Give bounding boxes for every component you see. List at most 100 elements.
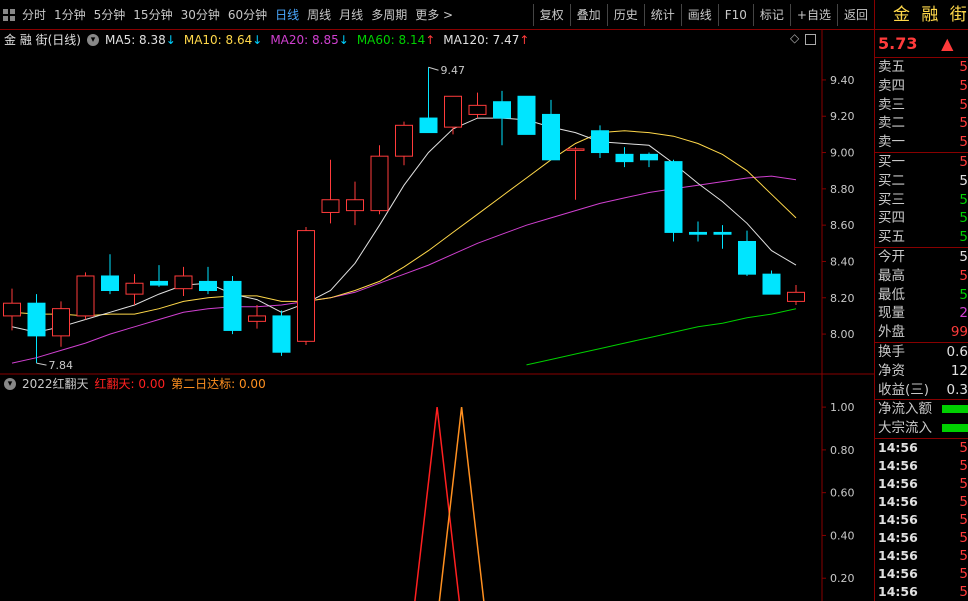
indicator-line1-label: 红翻天: 0.00 bbox=[94, 377, 166, 391]
collapse-icon[interactable]: ▾ bbox=[4, 377, 16, 390]
toolbar-action-button[interactable]: 复权 bbox=[532, 4, 570, 26]
flow-label: 大宗流入 bbox=[878, 420, 932, 437]
candle-body[interactable] bbox=[640, 153, 658, 161]
period-tab[interactable]: 分时 bbox=[18, 4, 50, 26]
candle-body[interactable] bbox=[3, 302, 21, 317]
low-label: 7.84 bbox=[49, 359, 74, 372]
indicator-title[interactable]: 2022红翻天 bbox=[22, 375, 89, 392]
ma-legend-item: MA20: 8.85↓ bbox=[270, 33, 348, 47]
candle-body[interactable] bbox=[566, 148, 585, 151]
tick-time: 14:56 bbox=[878, 475, 918, 491]
period-tab[interactable]: 30分钟 bbox=[177, 4, 224, 26]
candle-body[interactable] bbox=[174, 275, 193, 290]
quote-row: 卖一 5 bbox=[875, 133, 968, 152]
candle-body[interactable] bbox=[27, 302, 46, 337]
quote-row: 卖五 5 bbox=[875, 58, 968, 77]
tick-price: 5 bbox=[959, 583, 968, 600]
ma-value: MA120: 7.47 bbox=[443, 32, 520, 47]
flow-row: 净流入额 bbox=[875, 400, 968, 419]
diamond-icon[interactable]: ◇ bbox=[790, 31, 799, 45]
quote-label: 外盘 bbox=[878, 324, 905, 341]
period-tab[interactable]: 日线 bbox=[271, 4, 303, 26]
candle-body[interactable] bbox=[223, 280, 242, 331]
quote-label: 卖五 bbox=[878, 59, 905, 75]
ma-legend: MA5: 8.38↓ MA10: 8.64↓ MA20: 8.85↓ MA60: 8.… bbox=[105, 33, 529, 47]
quote-label: 最低 bbox=[878, 286, 905, 303]
candle-body[interactable] bbox=[52, 308, 70, 337]
quote-row: 最低 5 bbox=[875, 286, 968, 305]
quote-value: 5 bbox=[959, 267, 968, 284]
quote-label: 今开 bbox=[878, 248, 905, 265]
bid-book: 买一 5 买二 5 买三 5 买四 5 买五 5 bbox=[875, 153, 968, 248]
tick-time: 14:56 bbox=[878, 583, 918, 599]
grid-menu-icon[interactable] bbox=[0, 4, 18, 26]
candle-body[interactable] bbox=[419, 117, 438, 134]
period-tab[interactable]: 1分钟 bbox=[50, 4, 90, 26]
quote-label: 买四 bbox=[878, 210, 905, 227]
ma-legend-item: MA120: 7.47↑ bbox=[443, 33, 529, 47]
candle-body[interactable] bbox=[76, 275, 95, 317]
toolbar-action-button[interactable]: 历史 bbox=[606, 4, 644, 26]
indicator-series-line bbox=[438, 407, 485, 601]
candle-body[interactable] bbox=[664, 161, 683, 233]
candle-body[interactable] bbox=[395, 124, 413, 157]
indicator-tick-label: 1.00 bbox=[830, 401, 855, 414]
kline-chart[interactable]: 9.40 9.20 9.00 8.80 8.60 8.40 8.20 8.00 1.00 0.80… bbox=[0, 30, 874, 601]
candle-body[interactable] bbox=[468, 104, 487, 115]
candle-body[interactable] bbox=[615, 153, 634, 163]
quote-label: 净资 bbox=[878, 362, 905, 379]
candle-body[interactable] bbox=[444, 95, 462, 128]
toolbar-action-button[interactable]: 标记 bbox=[752, 4, 790, 26]
candle-body[interactable] bbox=[297, 230, 315, 342]
candle-body[interactable] bbox=[272, 315, 291, 353]
period-tab[interactable]: 15分钟 bbox=[129, 4, 176, 26]
indicator-tick-label: 0.40 bbox=[830, 529, 855, 542]
tick-row: 14:56 5 bbox=[875, 493, 968, 511]
period-tabs: 分时 1分钟 5分钟 15分钟 30分钟 60分钟 日线 周线 月线 多周期 更多 > bbox=[0, 4, 457, 26]
quote-label: 卖四 bbox=[878, 77, 905, 94]
candle-body[interactable] bbox=[493, 101, 511, 119]
quote-row: 最高 5 bbox=[875, 267, 968, 286]
toolbar-action-button[interactable]: 返回 bbox=[836, 4, 874, 26]
quote-label: 卖三 bbox=[878, 96, 905, 113]
candle-body[interactable] bbox=[321, 199, 340, 213]
candle-body[interactable] bbox=[591, 130, 609, 154]
tick-row: 14:56 5 bbox=[875, 457, 968, 475]
flow-block: 净流入额 大宗流入 bbox=[875, 400, 968, 439]
candle-body[interactable] bbox=[125, 282, 144, 295]
quote-value: 2 bbox=[959, 305, 968, 322]
period-tab[interactable]: 月线 bbox=[335, 4, 367, 26]
candle-body[interactable] bbox=[713, 231, 732, 235]
quote-label: 卖二 bbox=[878, 115, 905, 132]
candle-body[interactable] bbox=[738, 240, 756, 275]
candle-body[interactable] bbox=[199, 280, 217, 292]
period-tab[interactable]: 多周期 bbox=[367, 4, 411, 26]
toolbar-action-button[interactable]: +自选 bbox=[789, 4, 837, 26]
candle-body[interactable] bbox=[689, 231, 707, 235]
toolbar-action-button[interactable]: F10 bbox=[717, 4, 753, 26]
quote-value: 12 bbox=[950, 362, 968, 379]
candle-body[interactable] bbox=[787, 291, 805, 302]
period-tab[interactable]: 更多 > bbox=[411, 4, 457, 26]
period-tab[interactable]: 60分钟 bbox=[224, 4, 271, 26]
candle-body[interactable] bbox=[248, 315, 266, 322]
window-icon[interactable] bbox=[805, 34, 817, 45]
toolbar-action-button[interactable]: 叠加 bbox=[569, 4, 607, 26]
candle-body[interactable] bbox=[346, 199, 364, 212]
period-tab[interactable]: 周线 bbox=[303, 4, 335, 26]
candle-body[interactable] bbox=[517, 95, 536, 135]
candle-body[interactable] bbox=[542, 113, 560, 161]
candle-body[interactable] bbox=[150, 280, 168, 286]
toolbar-action-button[interactable]: 统计 bbox=[643, 4, 681, 26]
high-marker bbox=[428, 66, 439, 71]
toolbar-action-button[interactable]: 画线 bbox=[680, 4, 718, 26]
collapse-icon[interactable]: ▾ bbox=[87, 33, 99, 46]
candle-body[interactable] bbox=[762, 273, 781, 295]
candle-body[interactable] bbox=[370, 155, 389, 212]
quote-value: 5 bbox=[959, 210, 968, 227]
price-tick-label: 8.60 bbox=[830, 219, 855, 232]
candle-body[interactable] bbox=[101, 275, 119, 291]
current-price: 5.73 ▲ bbox=[875, 30, 968, 58]
period-tab[interactable]: 5分钟 bbox=[90, 4, 130, 26]
ma60-line bbox=[526, 308, 797, 366]
